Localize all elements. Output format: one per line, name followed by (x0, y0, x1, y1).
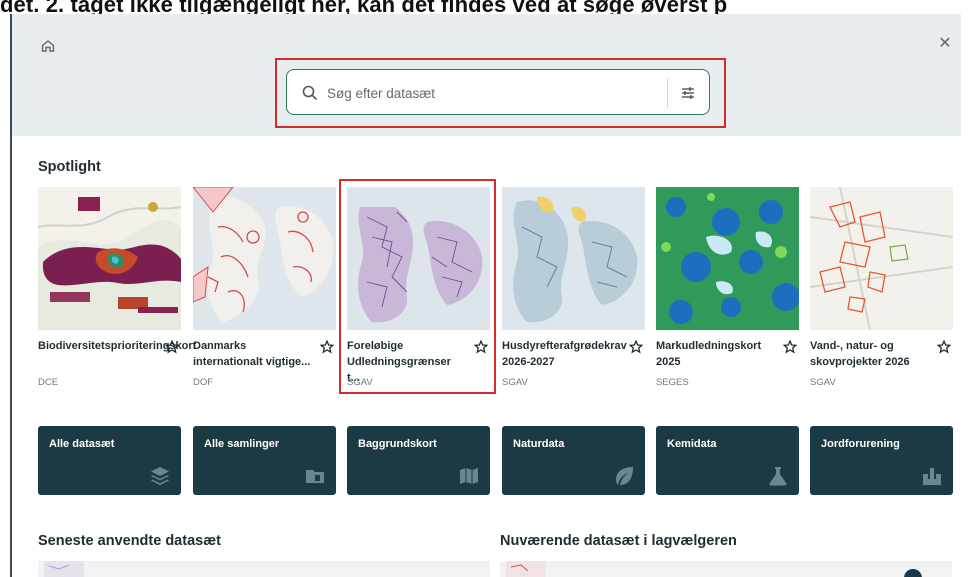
dataset-browser-panel: ✕ Spotlight (10, 14, 961, 577)
dataset-thumbnail (193, 187, 336, 330)
close-icon[interactable]: ✕ (937, 36, 953, 52)
spotlight-card[interactable]: Biodiversitetsprioriteringskort DCE (38, 187, 197, 397)
card-source: SEGES (656, 377, 689, 388)
leaf-icon (613, 465, 635, 487)
filter-settings-button[interactable] (675, 80, 701, 106)
search-divider (667, 78, 668, 108)
favorite-star-icon[interactable] (628, 339, 644, 354)
recent-datasets-heading: Seneste anvendte datasæt (38, 533, 221, 549)
card-highlight-frame (339, 179, 496, 394)
current-dataset-item[interactable] (500, 561, 952, 577)
category-tile-all-datasets[interactable]: Alle datasæt (38, 426, 181, 495)
card-source: DOF (193, 377, 214, 388)
current-datasets-heading: Nuværende datasæt i lagvælgeren (500, 533, 737, 549)
tile-label: Naturdata (513, 438, 565, 450)
card-title: Vand-, natur- og skovprojekter 2026 (810, 340, 910, 368)
recent-dataset-item[interactable] (38, 561, 490, 577)
category-tile-chemical-data[interactable]: Kemidata (656, 426, 799, 495)
category-tile-basemaps[interactable]: Baggrundskort (347, 426, 490, 495)
card-source: SGAV (810, 377, 836, 388)
spotlight-card[interactable]: Danmarks internationalt vigtige... DOF (193, 187, 336, 397)
favorite-star-icon[interactable] (319, 339, 335, 354)
favorite-star-icon[interactable] (782, 339, 798, 354)
dataset-search-bar (286, 69, 710, 115)
tile-label: Kemidata (667, 438, 717, 450)
map-icon (458, 465, 480, 487)
card-title: Husdyrefterafgrødekrav 2026-2027 (502, 340, 627, 368)
dataset-thumbnail (38, 187, 181, 330)
spotlight-card[interactable]: Husdyrefterafgrødekrav 2026-2027 SGAV (502, 187, 645, 397)
search-icon (301, 84, 319, 102)
category-tile-nature-data[interactable]: Naturdata (502, 426, 645, 495)
spotlight-card[interactable]: Vand-, natur- og skovprojekter 2026 SGAV (810, 187, 953, 397)
flask-icon (767, 465, 789, 487)
toggle-icon[interactable] (904, 569, 922, 577)
card-title: Markudledningskort 2025 (656, 340, 762, 368)
tile-label: Alle datasæt (49, 438, 115, 450)
home-icon[interactable] (40, 38, 56, 54)
search-header: ✕ (12, 14, 961, 136)
tile-label: Baggrundskort (358, 438, 437, 450)
tile-label: Alle samlinger (204, 438, 280, 450)
layers-icon (149, 465, 171, 487)
favorite-star-icon[interactable] (936, 339, 952, 354)
category-tile-all-collections[interactable]: Alle samlinger (193, 426, 336, 495)
spotlight-heading: Spotlight (38, 159, 101, 175)
card-source: SGAV (502, 377, 528, 388)
favorite-star-icon[interactable] (164, 339, 180, 354)
card-source: DCE (38, 377, 59, 388)
dataset-thumbnail (810, 187, 953, 330)
card-title: Danmarks internationalt vigtige... (193, 340, 311, 368)
dataset-thumbnail (656, 187, 799, 330)
card-title: Biodiversitetsprioriteringskort (38, 340, 197, 352)
dataset-thumbnail (502, 187, 645, 330)
tile-label: Jordforurening (821, 438, 900, 450)
folder-icon (304, 465, 326, 487)
search-input[interactable] (327, 80, 657, 106)
soil-icon (921, 465, 943, 487)
spotlight-card[interactable]: Markudledningskort 2025 SEGES (656, 187, 799, 397)
category-tile-soil-contamination[interactable]: Jordforurening (810, 426, 953, 495)
